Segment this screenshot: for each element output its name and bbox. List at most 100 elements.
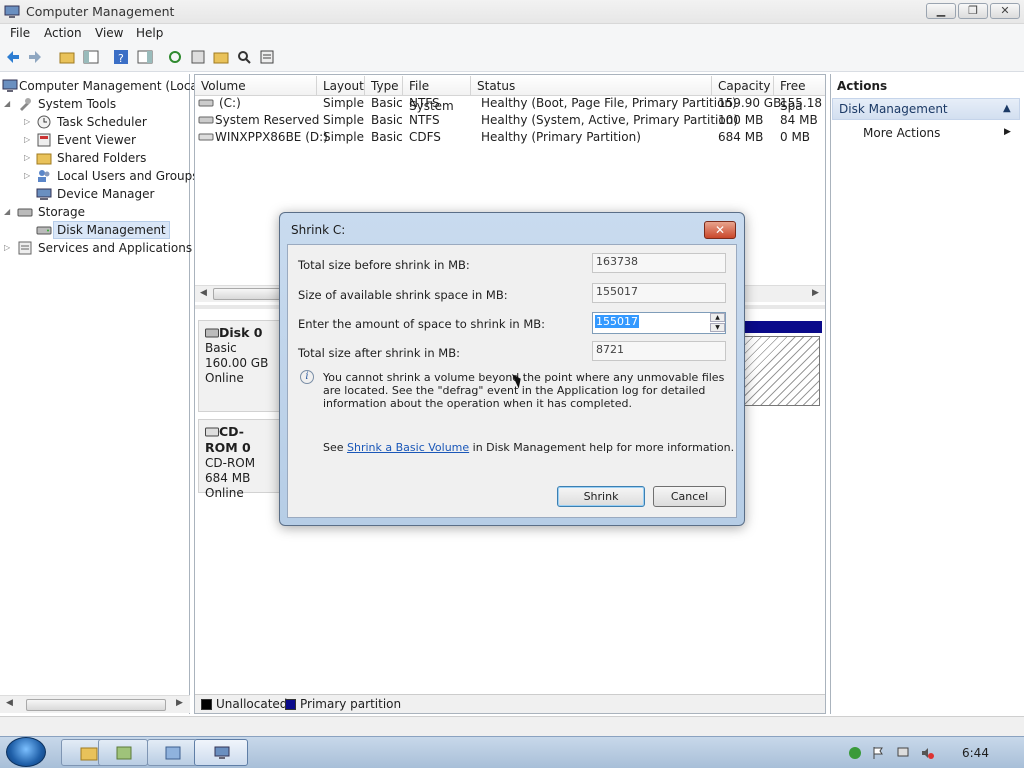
volume-row[interactable]: System Reserved Simple Basic NTFS Health… — [195, 112, 825, 129]
collapse-arrow-icon[interactable]: ◢ — [4, 100, 12, 108]
drive-icon — [198, 116, 214, 124]
clock-icon — [37, 115, 51, 129]
total-size-after-label: Total size after shrink in MB: — [298, 346, 460, 360]
unallocated-swatch — [201, 699, 212, 710]
scroll-right-arrow-icon[interactable]: ▶ — [176, 698, 183, 708]
column-free-space[interactable]: Free Spa — [774, 76, 825, 113]
scroll-right-arrow-icon[interactable]: ▶ — [812, 288, 819, 298]
network-icon — [116, 746, 132, 760]
more-actions-link[interactable]: More Actions — [863, 126, 940, 140]
event-viewer-icon — [37, 133, 51, 147]
disk-0-label[interactable]: Disk 0 Basic 160.00 GB Online — [198, 320, 280, 412]
security-shield-icon[interactable] — [848, 746, 862, 760]
users-icon — [38, 170, 50, 182]
shrink-amount-label: Enter the amount of space to shrink in M… — [298, 317, 546, 331]
actions-group-label: Disk Management — [839, 102, 948, 116]
primary-partition-bar — [744, 321, 822, 333]
refresh-icon[interactable] — [166, 48, 184, 66]
back-arrow-icon[interactable] — [4, 48, 22, 66]
menu-help[interactable]: Help — [136, 26, 163, 40]
volume-row[interactable]: (C:) Simple Basic NTFS Healthy (Boot, Pa… — [195, 95, 825, 112]
action-center-flag-icon[interactable] — [871, 746, 885, 760]
total-size-before-label: Total size before shrink in MB: — [298, 258, 470, 272]
column-capacity[interactable]: Capacity — [712, 76, 774, 96]
clock[interactable]: 6:44 — [962, 746, 989, 760]
disk-properties-icon[interactable] — [258, 48, 276, 66]
primary-partition-swatch — [285, 699, 296, 710]
cd-drive-icon — [198, 133, 214, 141]
taskbar-app-button[interactable] — [147, 739, 197, 766]
scroll-thumb[interactable] — [26, 699, 166, 711]
open-folder-icon[interactable] — [212, 48, 230, 66]
console-icon — [165, 746, 181, 760]
cancel-button[interactable]: Cancel — [653, 486, 726, 507]
storage-icon — [17, 208, 33, 217]
submenu-arrow-icon: ▶ — [1004, 127, 1011, 137]
menu-view[interactable]: View — [95, 26, 123, 40]
info-text: You cannot shrink a volume beyond the po… — [323, 371, 725, 410]
disk-management-icon — [36, 226, 52, 235]
column-file-system[interactable]: File System — [403, 76, 471, 113]
shared-folder-icon — [36, 153, 52, 165]
show-hide-tree-icon[interactable] — [82, 48, 100, 66]
expand-arrow-icon[interactable]: ▷ — [24, 136, 32, 144]
partition-block-selected[interactable] — [744, 336, 820, 406]
close-button[interactable]: ✕ — [990, 3, 1020, 19]
expand-arrow-icon[interactable]: ▷ — [24, 154, 32, 162]
minimize-button[interactable]: ▁ — [926, 3, 956, 19]
spin-down-icon[interactable]: ▼ — [710, 323, 725, 332]
dialog-close-button[interactable]: ✕ — [704, 221, 736, 239]
volume-muted-icon[interactable] — [920, 746, 934, 760]
column-volume[interactable]: Volume — [195, 76, 317, 96]
available-shrink-label: Size of available shrink space in MB: — [298, 288, 508, 302]
disk-icon — [205, 328, 219, 338]
up-folder-icon[interactable] — [58, 48, 76, 66]
volume-row[interactable]: WINXPPX86BE (D:) Simple Basic CDFS Healt… — [195, 129, 825, 146]
collapse-arrow-icon[interactable]: ◢ — [4, 208, 12, 216]
column-status[interactable]: Status — [471, 76, 712, 96]
drive-icon — [198, 99, 214, 107]
computer-management-icon — [214, 746, 230, 759]
status-bar — [0, 716, 1024, 736]
shrink-amount-value[interactable]: 155017 — [595, 315, 639, 328]
expand-arrow-icon[interactable]: ▷ — [24, 118, 32, 126]
expand-arrow-icon[interactable]: ▷ — [24, 172, 32, 180]
tree-horizontal-scrollbar[interactable]: ◀ ▶ — [0, 695, 190, 713]
column-type[interactable]: Type — [365, 76, 403, 96]
cd-rom-icon — [205, 427, 219, 437]
taskbar-app-button[interactable] — [98, 739, 148, 766]
info-icon: i — [300, 370, 314, 384]
forward-arrow-icon[interactable] — [26, 48, 44, 66]
windows-orb-icon[interactable] — [6, 737, 46, 767]
collapse-up-icon[interactable]: ▲ — [1003, 103, 1011, 114]
network-icon[interactable] — [896, 746, 910, 760]
scroll-thumb[interactable] — [213, 288, 283, 300]
window-title: Computer Management — [26, 4, 175, 19]
cdrom-0-label[interactable]: CD-ROM 0 CD-ROM 684 MB Online — [198, 419, 280, 500]
device-manager-icon — [36, 188, 52, 200]
menu-action[interactable]: Action — [44, 26, 82, 40]
volume-list-header: Volume Layout Type File System Status Ca… — [195, 76, 825, 113]
folder-icon — [80, 747, 98, 761]
show-hide-action-pane-icon[interactable] — [136, 48, 154, 66]
menu-file[interactable]: File — [10, 26, 30, 40]
computer-management-icon — [2, 79, 18, 92]
actions-title: Actions — [837, 79, 888, 93]
spin-up-icon[interactable]: ▲ — [710, 313, 725, 322]
column-layout[interactable]: Layout — [317, 76, 365, 96]
total-size-after-value: 8721 — [592, 341, 726, 361]
shrink-button[interactable]: Shrink — [557, 486, 645, 507]
taskbar-computer-management-button[interactable] — [194, 739, 248, 766]
computer-management-icon — [4, 5, 20, 18]
scroll-left-arrow-icon[interactable]: ◀ — [6, 698, 13, 708]
properties-icon[interactable] — [189, 48, 207, 66]
actions-pane — [830, 74, 1024, 714]
maximize-button[interactable]: ❐ — [958, 3, 988, 19]
expand-arrow-icon[interactable]: ▷ — [4, 244, 12, 252]
help-icon[interactable]: ? — [112, 48, 130, 66]
scroll-left-arrow-icon[interactable]: ◀ — [200, 288, 207, 298]
search-icon[interactable] — [235, 48, 253, 66]
legend: Unallocated Primary partition — [195, 694, 825, 713]
shrink-help-link[interactable]: Shrink a Basic Volume — [347, 441, 469, 454]
available-shrink-value: 155017 — [592, 283, 726, 303]
